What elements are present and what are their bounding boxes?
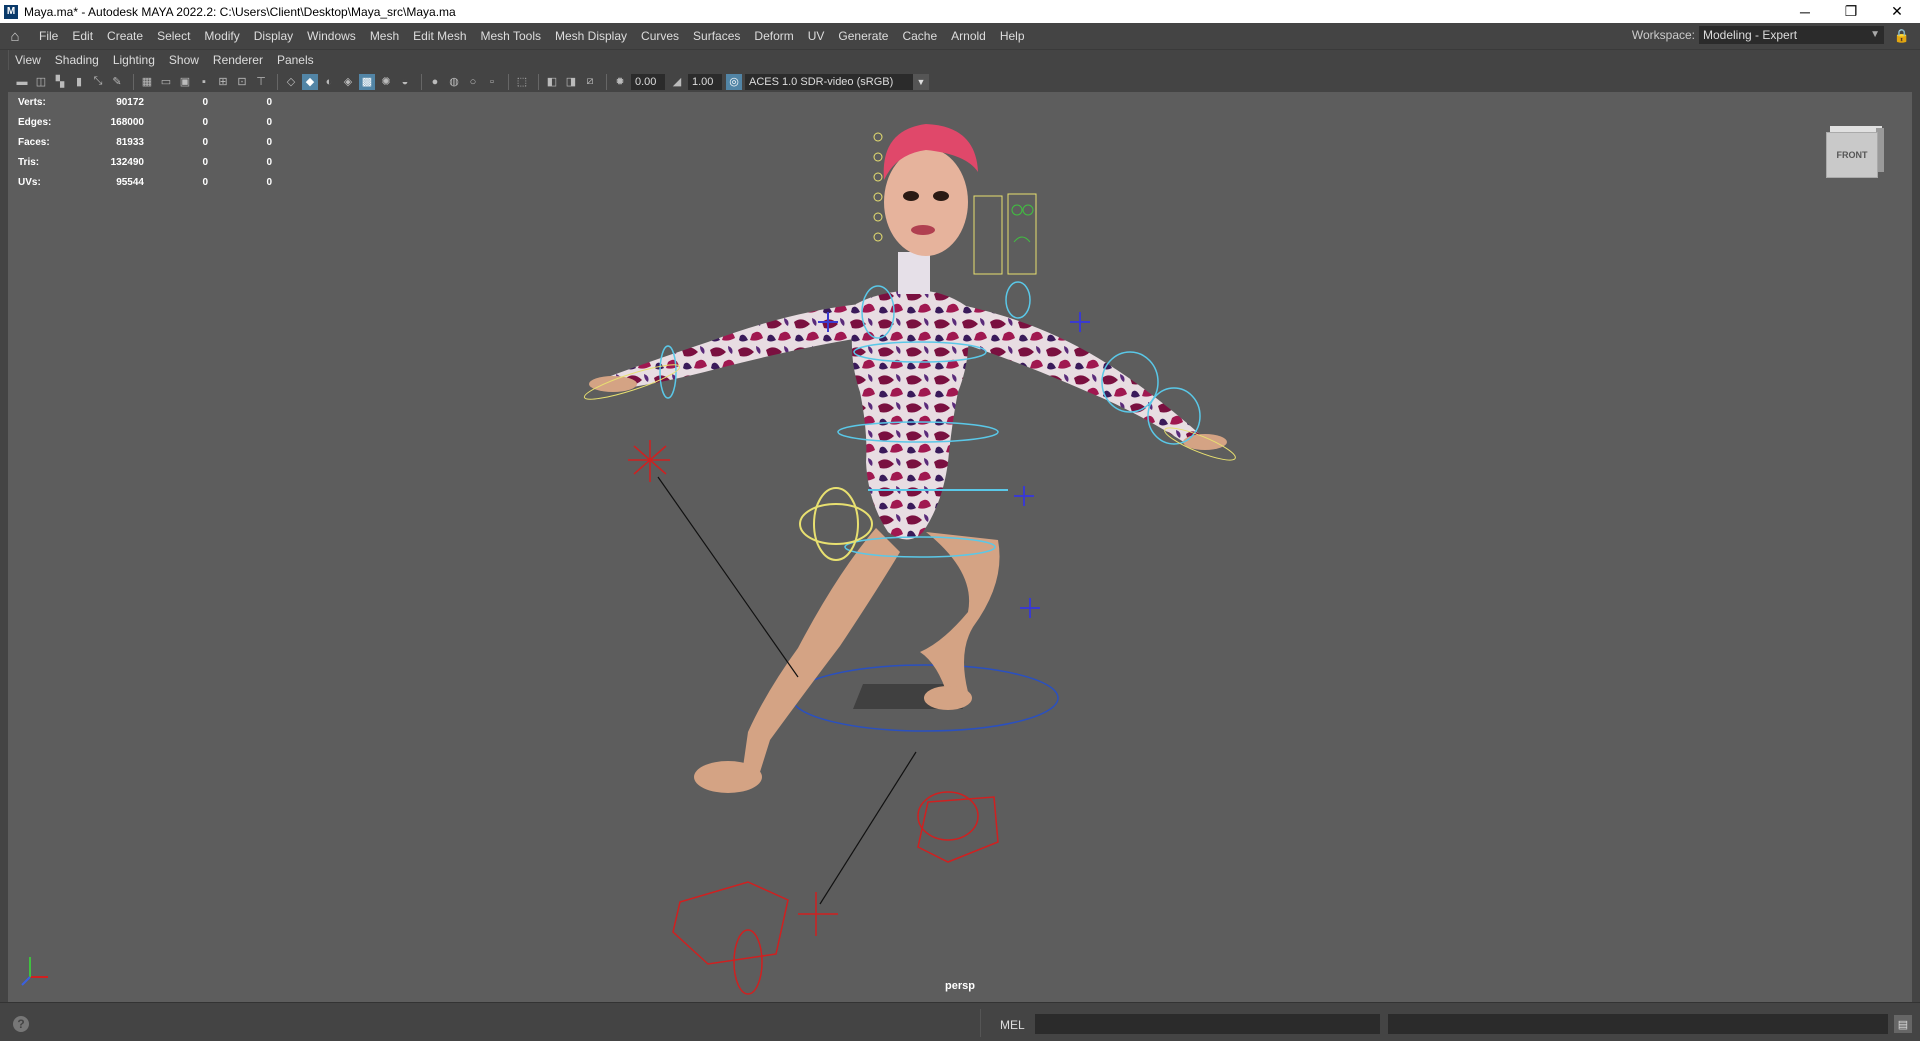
view-cube-front-face[interactable]: FRONT <box>1826 132 1878 178</box>
workspace-label: Workspace: <box>1631 28 1695 42</box>
menu-surfaces[interactable]: Surfaces <box>686 29 747 43</box>
shadows-icon[interactable]: ◒ <box>397 74 413 90</box>
workspace-dropdown[interactable]: Modeling - Expert ▼ <box>1699 26 1884 44</box>
safe-title-icon[interactable]: ⊤ <box>253 74 269 90</box>
panel-toolbar: ▬ ◫ ▚ ▮ ⤡ ✎ ▦ ▭ ▣ ▪ ⊞ ⊡ ⊤ ◇ ◆ ◐ ◈ ▩ ✺ ◒ … <box>8 71 1912 92</box>
depth-of-field-icon[interactable]: ▫ <box>484 74 500 90</box>
exposure-field[interactable]: 0.00 <box>631 73 665 90</box>
close-button[interactable]: ✕ <box>1874 0 1920 23</box>
menu-generate[interactable]: Generate <box>831 29 895 43</box>
bookmark-icon[interactable]: ▚ <box>52 74 68 90</box>
script-language-toggle[interactable]: MEL <box>1000 1018 1025 1032</box>
workspace-value: Modeling - Expert <box>1703 28 1798 42</box>
menu-deform[interactable]: Deform <box>747 29 800 43</box>
default-material-icon[interactable]: ◐ <box>321 74 337 90</box>
maya-app-icon: M <box>4 4 18 19</box>
command-result-field <box>1388 1014 1888 1034</box>
minimize-button[interactable]: ─ <box>1782 0 1828 23</box>
title-bar: M Maya.ma* - Autodesk MAYA 2022.2: C:\Us… <box>0 0 1920 23</box>
panel-menu-shading[interactable]: Shading <box>49 53 107 67</box>
motion-blur-icon[interactable]: ◍ <box>446 74 462 90</box>
home-icon[interactable]: ⌂ <box>6 27 24 45</box>
wireframe-on-shaded-icon[interactable]: ◈ <box>340 74 356 90</box>
grid-icon[interactable]: ▦ <box>139 74 155 90</box>
menu-arnold[interactable]: Arnold <box>944 29 993 43</box>
script-editor-icon[interactable]: ▤ <box>1894 1015 1912 1033</box>
menu-cache[interactable]: Cache <box>895 29 944 43</box>
menu-edit-mesh[interactable]: Edit Mesh <box>406 29 473 43</box>
menu-create[interactable]: Create <box>100 29 150 43</box>
isolate-select-icon[interactable]: ⬚ <box>514 74 530 90</box>
face-control-panel <box>973 195 1003 275</box>
textured-icon[interactable]: ▩ <box>359 73 375 90</box>
main-menu-bar: ⌂ File Edit Create Select Modify Display… <box>0 23 1920 50</box>
xray-active-components-icon[interactable]: ◨ <box>563 74 579 90</box>
foot-ik-control <box>672 791 999 995</box>
command-line-bar: ? MEL ▤ <box>0 1002 1920 1041</box>
panel-menu-show[interactable]: Show <box>163 53 207 67</box>
window-title: Maya.ma* - Autodesk MAYA 2022.2: C:\User… <box>24 4 456 19</box>
menu-help[interactable]: Help <box>993 29 1032 43</box>
smooth-shade-icon[interactable]: ◆ <box>302 73 318 90</box>
perspective-viewport[interactable]: Verts: 90172 0 0 Edges: 168000 0 0 Faces… <box>8 92 1912 1002</box>
view-transform-dropdown[interactable]: ACES 1.0 SDR-video (sRGB) ▼ <box>745 73 929 90</box>
xray-icon[interactable]: ◧ <box>544 74 560 90</box>
menu-mesh[interactable]: Mesh <box>363 29 406 43</box>
use-lights-icon[interactable]: ✺ <box>378 74 394 90</box>
menu-mesh-tools[interactable]: Mesh Tools <box>474 29 548 43</box>
menu-uv[interactable]: UV <box>801 29 832 43</box>
camera-name-label: persp <box>945 980 975 992</box>
exposure-icon[interactable]: ✹ <box>612 74 628 90</box>
image-plane-icon[interactable]: ▮ <box>71 74 87 90</box>
panel-menu-panels[interactable]: Panels <box>271 53 322 67</box>
menu-windows[interactable]: Windows <box>300 29 363 43</box>
menu-modify[interactable]: Modify <box>197 29 246 43</box>
menu-mesh-display[interactable]: Mesh Display <box>548 29 634 43</box>
restore-button[interactable]: ❐ <box>1828 0 1874 23</box>
face-control-panel <box>1007 193 1037 275</box>
menu-curves[interactable]: Curves <box>634 29 686 43</box>
camera-attributes-icon[interactable]: ◫ <box>33 74 49 90</box>
workspace-selector: Workspace: Modeling - Expert ▼ <box>1632 26 1884 44</box>
panel-menu-lighting[interactable]: Lighting <box>107 53 163 67</box>
wireframe-icon[interactable]: ◇ <box>283 74 299 90</box>
camera-icon[interactable]: ▬ <box>14 74 30 90</box>
xray-joints-icon[interactable]: ⧄ <box>582 74 598 90</box>
safe-action-icon[interactable]: ⊡ <box>234 74 250 90</box>
panel-menu-renderer[interactable]: Renderer <box>207 53 271 67</box>
view-transform-value: ACES 1.0 SDR-video (sRGB) <box>749 75 894 88</box>
window-controls: ─ ❐ ✕ <box>1782 0 1920 23</box>
grease-pencil-icon[interactable]: ✎ <box>109 74 125 90</box>
chevron-down-icon: ▼ <box>1870 29 1880 40</box>
panel-menu-view[interactable]: View <box>9 53 49 67</box>
field-chart-icon[interactable]: ⊞ <box>215 74 231 90</box>
gamma-field[interactable]: 1.00 <box>688 73 722 90</box>
panel-menu-bar: View Shading Lighting Show Renderer Pane… <box>8 50 1913 70</box>
view-cube[interactable]: FRONT <box>1826 126 1884 178</box>
gate-mask-icon[interactable]: ▪ <box>196 74 212 90</box>
film-gate-icon[interactable]: ▭ <box>158 74 174 90</box>
command-input[interactable] <box>1035 1014 1380 1034</box>
help-icon[interactable]: ? <box>13 1016 29 1032</box>
color-management-icon[interactable]: ◎ <box>726 73 742 90</box>
menu-select[interactable]: Select <box>150 29 197 43</box>
gamma-icon[interactable]: ◢ <box>669 74 685 90</box>
menu-display[interactable]: Display <box>247 29 300 43</box>
chevron-down-icon: ▼ <box>913 73 929 90</box>
resolution-gate-icon[interactable]: ▣ <box>177 74 193 90</box>
screen-space-ao-icon[interactable]: ● <box>427 74 443 90</box>
menu-file[interactable]: File <box>32 29 65 43</box>
menu-edit[interactable]: Edit <box>65 29 100 43</box>
2d-pan-zoom-icon[interactable]: ⤡ <box>90 74 106 90</box>
anti-aliasing-icon[interactable]: ○ <box>465 74 481 90</box>
lock-icon[interactable]: 🔒 <box>1894 28 1910 44</box>
rigged-character-model[interactable] <box>8 92 1912 1002</box>
